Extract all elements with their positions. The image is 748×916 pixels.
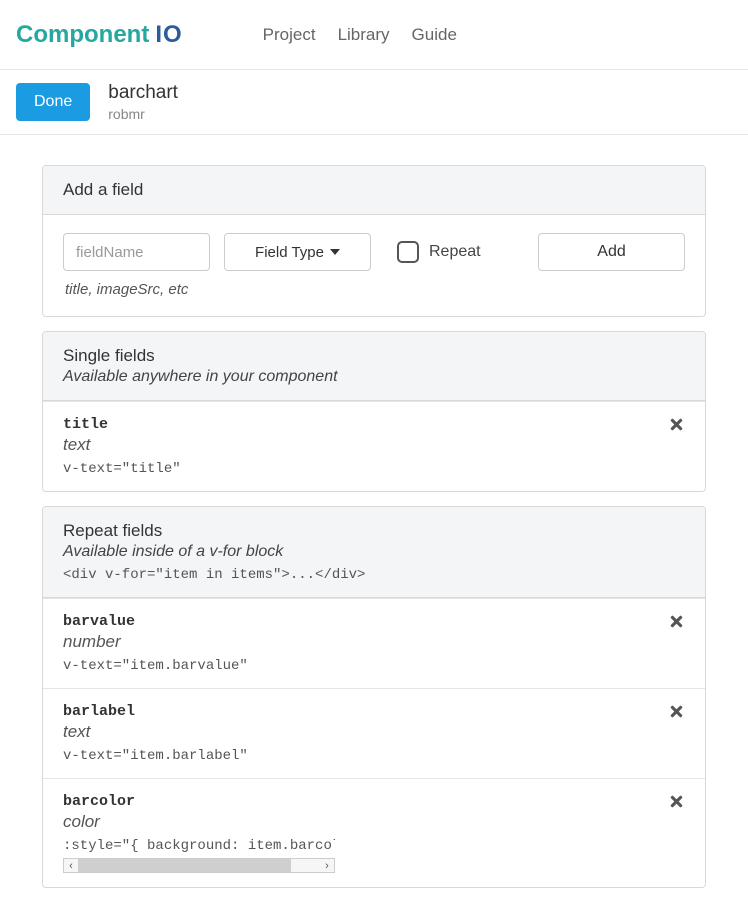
single-fields-subtitle: Available anywhere in your component [63, 368, 685, 386]
logo-text-1: Component [16, 21, 149, 49]
repeat-label: Repeat [429, 243, 481, 261]
content: Add a field Field Type Repeat Add title,… [0, 135, 748, 912]
field-row: title text v-text="title" [43, 401, 705, 491]
done-button[interactable]: Done [16, 83, 90, 121]
scroll-track[interactable] [78, 859, 320, 872]
scroll-left-arrow[interactable]: ‹ [64, 860, 78, 872]
single-fields-card: Single fields Available anywhere in your… [42, 331, 706, 492]
field-name: barvalue [63, 613, 685, 630]
scroll-right-arrow[interactable]: › [320, 860, 334, 872]
repeat-checkbox-wrap: Repeat [397, 241, 481, 263]
add-field-card: Add a field Field Type Repeat Add title,… [42, 165, 706, 317]
repeat-fields-card: Repeat fields Available inside of a v-fo… [42, 506, 706, 888]
nav-guide[interactable]: Guide [412, 25, 457, 45]
add-field-header: Add a field [43, 166, 705, 215]
field-type-dropdown[interactable]: Field Type [224, 233, 371, 271]
field-name: barcolor [63, 793, 685, 810]
add-field-body: Field Type Repeat Add title, imageSrc, e… [43, 215, 705, 316]
field-type: number [63, 632, 685, 652]
caret-down-icon [330, 249, 340, 255]
field-binding: v-text="item.barlabel" [63, 748, 685, 764]
repeat-fields-header: Repeat fields Available inside of a v-fo… [43, 507, 705, 598]
field-name-input[interactable] [63, 233, 210, 271]
scroll-thumb[interactable] [78, 859, 291, 872]
field-binding: v-text="item.barvalue" [63, 658, 685, 674]
field-row: barlabel text v-text="item.barlabel" [43, 688, 705, 778]
field-row: barvalue number v-text="item.barvalue" [43, 598, 705, 688]
page-owner: robmr [108, 106, 178, 122]
nav-links: Project Library Guide [263, 25, 457, 45]
repeat-fields-title: Repeat fields [63, 521, 685, 541]
nav-library[interactable]: Library [338, 25, 390, 45]
single-fields-title: Single fields [63, 346, 685, 366]
repeat-fields-subtitle: Available inside of a v-for block [63, 543, 685, 561]
logo-text-2: IO [155, 21, 182, 49]
field-type-label: Field Type [255, 244, 324, 261]
delete-icon[interactable] [668, 416, 685, 439]
field-name: barlabel [63, 703, 685, 720]
repeat-checkbox[interactable] [397, 241, 419, 263]
field-binding: v-text="title" [63, 461, 685, 477]
sub-header: Done barchart robmr [0, 70, 748, 135]
single-fields-header: Single fields Available anywhere in your… [43, 332, 705, 401]
add-field-title: Add a field [63, 180, 685, 200]
field-name: title [63, 416, 685, 433]
field-type: text [63, 722, 685, 742]
delete-icon[interactable] [668, 793, 685, 816]
field-type: text [63, 435, 685, 455]
horizontal-scrollbar[interactable]: ‹ › [63, 858, 335, 873]
delete-icon[interactable] [668, 613, 685, 636]
repeat-fields-example: <div v-for="item in items">...</div> [63, 567, 685, 583]
delete-icon[interactable] [668, 703, 685, 726]
add-button[interactable]: Add [538, 233, 685, 271]
page-title: barchart [108, 82, 178, 104]
nav-project[interactable]: Project [263, 25, 316, 45]
add-field-row: Field Type Repeat Add [63, 233, 685, 271]
field-type: color [63, 812, 685, 832]
field-row: barcolor color :style="{ background: ite… [43, 778, 705, 887]
field-binding: :style="{ background: item.barcolor }" [63, 838, 335, 854]
top-nav: Component IO Project Library Guide [0, 0, 748, 70]
logo[interactable]: Component IO [16, 21, 183, 49]
field-name-hint: title, imageSrc, etc [63, 281, 685, 298]
